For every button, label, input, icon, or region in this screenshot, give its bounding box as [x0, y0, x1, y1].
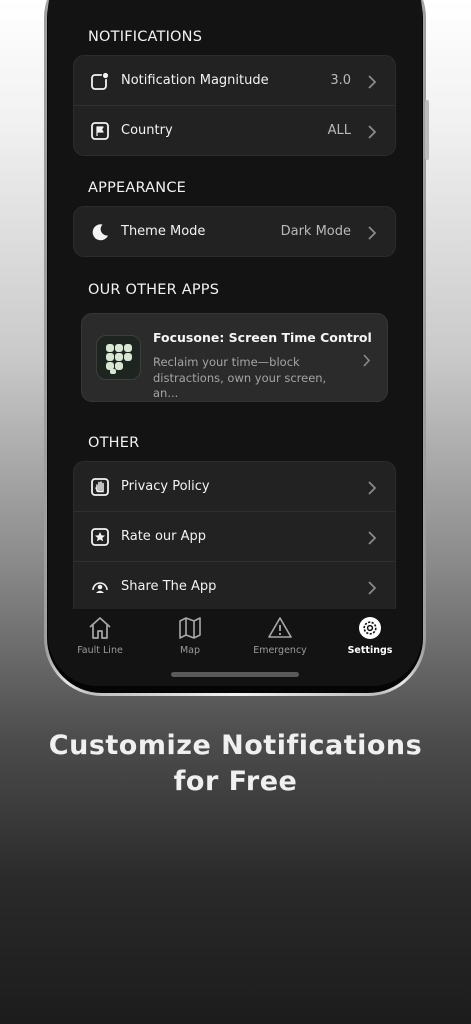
notifications-card: Notification Magnitude 3.0 Country ALL — [73, 55, 396, 156]
app-description: Reclaim your time—block distractions, ow… — [153, 355, 327, 400]
row-share-app[interactable]: Share The App — [74, 561, 395, 611]
home-icon — [55, 615, 145, 641]
row-label: Rate our App — [121, 529, 207, 544]
row-label: Country — [121, 123, 173, 138]
focusone-app-icon — [96, 335, 141, 380]
tab-settings[interactable]: Settings — [325, 615, 415, 656]
row-label: Privacy Policy — [121, 479, 210, 494]
section-title-other-apps: OUR OTHER APPS — [88, 282, 220, 298]
section-title-other: OTHER — [88, 435, 140, 451]
row-rate-app[interactable]: Rate our App — [74, 511, 395, 561]
chevron-right-icon — [367, 124, 377, 139]
tab-fault-line[interactable]: Fault Line — [55, 615, 145, 656]
share-person-icon — [90, 577, 110, 597]
section-title-appearance: APPEARANCE — [88, 180, 187, 196]
app-promo-card[interactable]: Focusone: Screen Time Control Reclaim yo… — [81, 313, 388, 402]
moon-icon — [90, 222, 110, 242]
hand-icon — [90, 477, 110, 497]
notification-badge-icon — [90, 71, 110, 91]
chevron-right-icon — [367, 74, 377, 89]
caption-line-1: Customize Notifications — [48, 730, 423, 761]
chevron-right-icon — [367, 480, 377, 495]
gear-icon — [325, 615, 415, 641]
other-card: Privacy Policy Rate our App Share The Ap… — [73, 461, 396, 621]
chevron-right-icon — [367, 530, 377, 545]
side-button — [425, 100, 429, 160]
flag-icon — [90, 121, 110, 141]
row-value: 3.0 — [330, 73, 351, 88]
settings-screen: NOTIFICATIONS Notification Magnitude 3.0… — [48, 0, 422, 686]
row-label: Share The App — [121, 579, 217, 594]
row-label: Theme Mode — [121, 224, 206, 239]
tab-label: Emergency — [253, 645, 307, 656]
tab-emergency[interactable]: Emergency — [235, 615, 325, 656]
row-value: ALL — [327, 123, 351, 138]
row-label: Notification Magnitude — [121, 73, 269, 88]
tab-label: Fault Line — [77, 645, 123, 656]
tab-label: Settings — [347, 645, 393, 656]
star-icon — [90, 527, 110, 547]
app-title: Focusone: Screen Time Control — [153, 330, 372, 345]
warning-icon — [235, 615, 325, 641]
appearance-card: Theme Mode Dark Mode — [73, 206, 396, 257]
tab-map[interactable]: Map — [145, 615, 235, 656]
caption-line-2: for Free — [173, 766, 298, 797]
chevron-right-icon — [367, 580, 377, 595]
chevron-right-icon — [367, 225, 377, 240]
row-notification-magnitude[interactable]: Notification Magnitude 3.0 — [74, 56, 395, 105]
row-value: Dark Mode — [280, 224, 351, 239]
chevron-right-icon — [362, 352, 371, 367]
row-country[interactable]: Country ALL — [74, 105, 395, 155]
home-indicator[interactable] — [171, 672, 299, 677]
tab-label: Map — [179, 645, 201, 656]
row-theme-mode[interactable]: Theme Mode Dark Mode — [74, 207, 395, 256]
section-title-notifications: NOTIFICATIONS — [88, 29, 203, 45]
map-icon — [145, 615, 235, 641]
row-privacy-policy[interactable]: Privacy Policy — [74, 462, 395, 511]
